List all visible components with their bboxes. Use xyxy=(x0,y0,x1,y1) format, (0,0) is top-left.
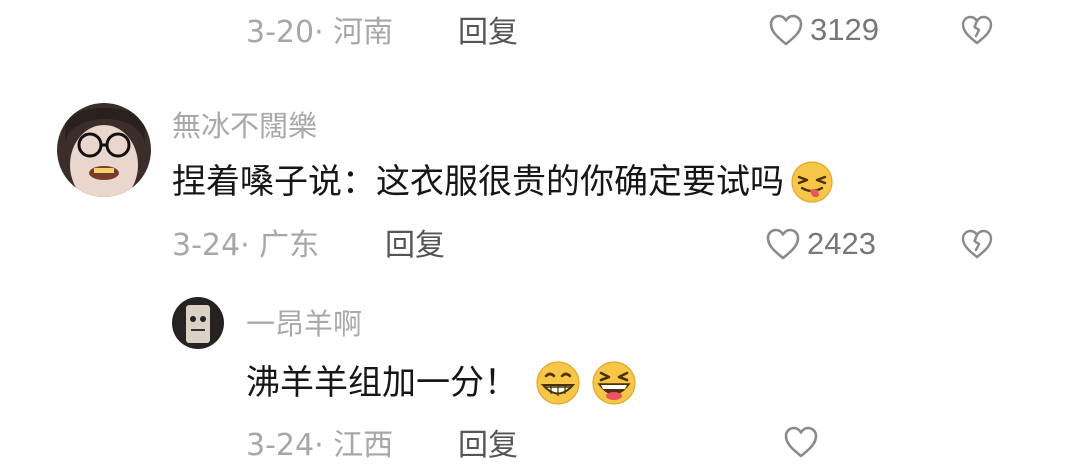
like-button[interactable]: 2423 xyxy=(765,226,876,262)
username[interactable]: 無冰不闊樂 xyxy=(172,108,317,144)
comment-text: 捏着嗓子说：这衣服很贵的你确定要试吗 xyxy=(172,162,784,202)
heart-outline-icon xyxy=(765,227,801,261)
like-count: 3129 xyxy=(810,12,879,47)
like-button[interactable]: 3129 xyxy=(768,12,879,48)
dislike-button[interactable] xyxy=(960,228,994,260)
dislike-button[interactable] xyxy=(960,14,994,46)
user-avatar[interactable] xyxy=(172,297,224,349)
user-avatar[interactable] xyxy=(57,103,151,197)
like-button[interactable] xyxy=(783,425,819,459)
broken-heart-icon xyxy=(960,14,994,46)
reply-date-location: 3-24· 江西 xyxy=(246,428,394,463)
laughing-emoji xyxy=(588,360,640,406)
comment-date-location: 3-24· 广东 xyxy=(172,228,320,263)
username[interactable]: 一昂羊啊 xyxy=(246,306,362,342)
heart-outline-icon xyxy=(783,425,819,459)
reply-button[interactable]: 回复 xyxy=(458,15,518,51)
comment-text-container: 捏着嗓子说：这衣服很贵的你确定要试吗 xyxy=(172,160,836,204)
broken-heart-icon xyxy=(960,228,994,260)
reply-text: 沸羊羊组加一分！ xyxy=(246,363,518,403)
like-count: 2423 xyxy=(807,226,876,261)
comment-date-location: 3-20· 河南 xyxy=(246,15,394,50)
reply-button[interactable]: 回复 xyxy=(458,428,518,464)
reply-text-container: 沸羊羊组加一分！ xyxy=(246,360,640,406)
reply-button[interactable]: 回复 xyxy=(385,228,445,264)
squinting-tongue-emoji xyxy=(788,160,836,204)
heart-outline-icon xyxy=(768,13,804,47)
grinning-emoji xyxy=(532,360,584,406)
